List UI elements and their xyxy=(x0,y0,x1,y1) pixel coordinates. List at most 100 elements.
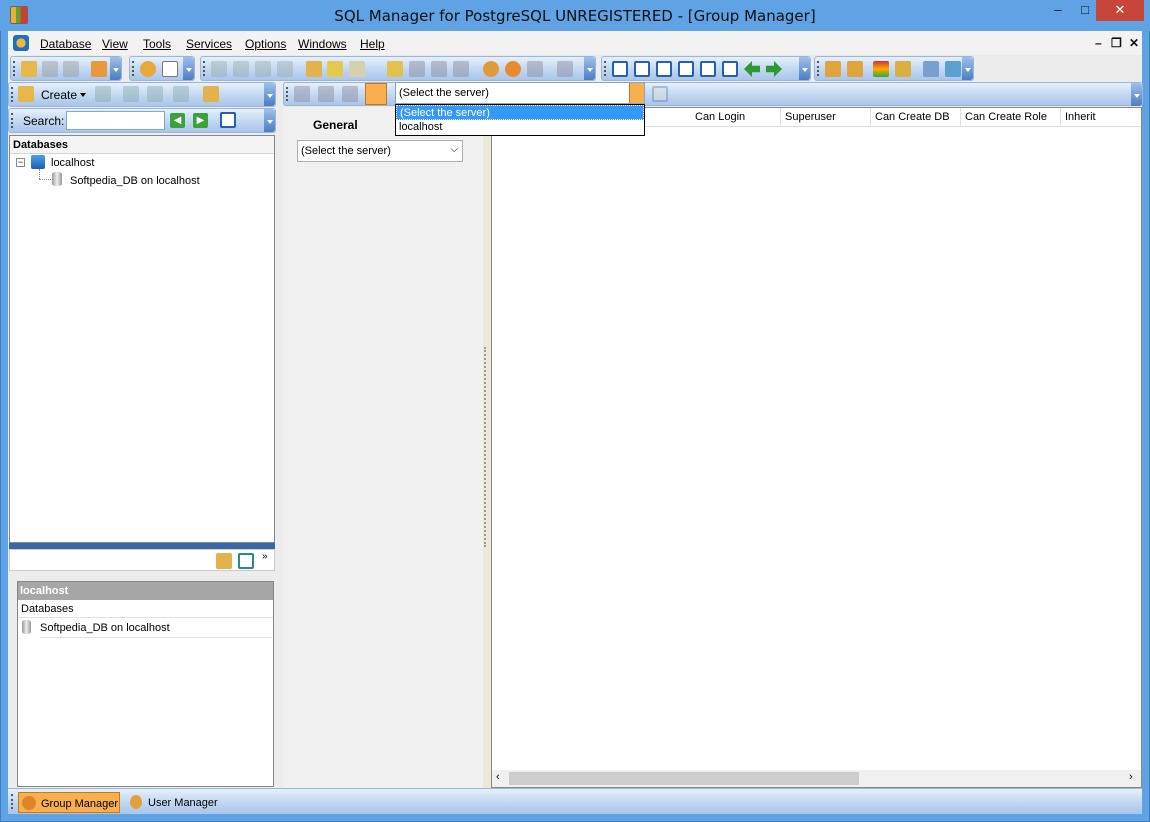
column-header-inherit[interactable]: Inherit xyxy=(1061,108,1141,126)
group-icon[interactable] xyxy=(216,553,232,569)
reports-icon[interactable] xyxy=(873,61,889,77)
previous-window-icon[interactable] xyxy=(744,61,760,77)
add-database-icon[interactable] xyxy=(21,61,37,77)
database-check-icon[interactable] xyxy=(945,61,961,77)
disconnect-icon[interactable] xyxy=(123,86,139,102)
query-builder-icon[interactable] xyxy=(233,61,249,77)
tab-user-manager[interactable]: User Manager xyxy=(126,792,226,813)
edit-group-icon[interactable] xyxy=(318,86,334,102)
tile-vertical-icon[interactable] xyxy=(678,61,694,77)
column-header-can-create-db[interactable]: Can Create DB xyxy=(871,108,961,126)
info-item[interactable]: Softpedia_DB on localhost xyxy=(40,622,272,638)
toolbar-overflow-icon[interactable] xyxy=(1131,83,1142,106)
connect-icon[interactable] xyxy=(140,61,156,77)
toolbar-overflow-icon[interactable] xyxy=(962,57,973,80)
new-group-icon[interactable] xyxy=(294,86,310,102)
new-object-icon[interactable] xyxy=(173,86,189,102)
export-icon[interactable] xyxy=(306,61,322,77)
plugin-manager-icon[interactable] xyxy=(847,61,863,77)
scroll-thumb[interactable] xyxy=(509,772,859,785)
server-select-value: (Select the server) xyxy=(301,145,391,157)
compare-icon[interactable] xyxy=(453,61,469,77)
overflow-icon[interactable]: » xyxy=(262,551,268,562)
toolbar-overflow-icon[interactable] xyxy=(264,83,275,106)
group-view-icon[interactable] xyxy=(365,83,387,105)
horizontal-scrollbar[interactable]: ‹ › xyxy=(492,770,1141,787)
grant-manager-icon[interactable] xyxy=(527,61,543,77)
menu-view[interactable]: View xyxy=(102,37,128,51)
report-designer-icon[interactable] xyxy=(895,61,911,77)
window-list-icon[interactable] xyxy=(238,553,254,569)
menu-options[interactable]: Options xyxy=(245,37,286,51)
menu-help[interactable]: Help xyxy=(360,37,385,51)
tile-horizontal-icon[interactable] xyxy=(656,61,672,77)
server-option-localhost[interactable]: localhost xyxy=(396,120,644,135)
server-option-select[interactable]: (Select the server) xyxy=(396,105,644,120)
toolbar-overflow-icon[interactable] xyxy=(183,57,194,80)
collapse-icon[interactable]: − xyxy=(16,158,25,167)
grants-icon[interactable] xyxy=(652,86,668,102)
vertical-splitter[interactable] xyxy=(276,82,283,788)
print-metadata-icon[interactable] xyxy=(387,61,403,77)
toolbar-overflow-icon[interactable] xyxy=(110,57,121,80)
chevron-down-icon[interactable] xyxy=(629,83,644,103)
refresh-icon[interactable] xyxy=(95,86,111,102)
tree-node-softpedia-db[interactable]: Softpedia_DB on localhost xyxy=(70,175,200,187)
plugin-icon[interactable] xyxy=(825,61,841,77)
scroll-right-icon[interactable]: › xyxy=(1129,771,1133,783)
create-button[interactable]: Create xyxy=(41,88,77,102)
mdi-close-button[interactable]: ✕ xyxy=(1129,36,1139,50)
search-input[interactable] xyxy=(66,111,165,130)
menu-windows[interactable]: Windows xyxy=(298,37,347,51)
properties-icon[interactable] xyxy=(162,61,178,77)
cascade-icon[interactable] xyxy=(634,61,650,77)
maximize-button[interactable]: □ xyxy=(1071,0,1099,21)
mdi-minimize-button[interactable]: – xyxy=(1095,36,1102,50)
tab-group-manager[interactable]: Group Manager xyxy=(18,792,120,813)
scroll-left-icon[interactable]: ‹ xyxy=(496,771,500,783)
server-combobox[interactable]: (Select the server) xyxy=(395,82,645,104)
next-window-icon[interactable] xyxy=(766,61,782,77)
tree-node-localhost[interactable]: localhost xyxy=(51,157,94,169)
extract-icon[interactable] xyxy=(349,61,365,77)
drop-group-icon[interactable] xyxy=(342,86,358,102)
find-previous-icon[interactable]: ◀ xyxy=(170,113,185,128)
splitter-grip[interactable] xyxy=(484,347,487,547)
column-header-can-login[interactable]: Can Login xyxy=(691,108,781,126)
close-button[interactable]: ✕ xyxy=(1096,0,1144,21)
backup-icon[interactable] xyxy=(409,61,425,77)
dependency-tree-icon[interactable] xyxy=(557,61,573,77)
menu-tools[interactable]: Tools xyxy=(143,37,171,51)
menu-database[interactable]: Database xyxy=(40,37,91,51)
group-manager-icon[interactable] xyxy=(505,61,521,77)
toolbar-overflow-icon[interactable] xyxy=(584,57,595,80)
script-icon[interactable] xyxy=(277,61,293,77)
menu-app-icon[interactable] xyxy=(13,35,29,51)
remove-database-icon[interactable] xyxy=(63,61,79,77)
new-window-icon[interactable] xyxy=(612,61,628,77)
sql-editor-icon[interactable] xyxy=(211,61,227,77)
filter-tree-icon[interactable] xyxy=(220,112,236,128)
mdi-restore-button[interactable]: ❐ xyxy=(1111,36,1122,50)
edit-database-icon[interactable] xyxy=(42,61,58,77)
menu-services[interactable]: Services xyxy=(186,37,232,51)
server-select[interactable]: (Select the server) ⌵ xyxy=(297,140,463,162)
toolbar-overflow-icon[interactable] xyxy=(799,57,810,80)
chevron-down-icon[interactable] xyxy=(80,93,86,100)
import-icon[interactable] xyxy=(327,61,343,77)
find-next-icon[interactable]: ▶ xyxy=(193,113,208,128)
connect-db-icon[interactable] xyxy=(147,86,163,102)
close-all-icon[interactable] xyxy=(722,61,738,77)
design-icon[interactable] xyxy=(255,61,271,77)
register-database-icon[interactable] xyxy=(91,61,107,77)
minimize-all-icon[interactable] xyxy=(700,61,716,77)
database-registration-icon[interactable] xyxy=(923,61,939,77)
database-properties-icon[interactable] xyxy=(203,86,219,102)
restore-icon[interactable] xyxy=(431,61,447,77)
toolbar-overflow-icon[interactable] xyxy=(264,109,275,132)
general-tab[interactable]: General xyxy=(313,118,358,132)
minimize-button[interactable]: – xyxy=(1044,0,1072,21)
column-header-superuser[interactable]: Superuser xyxy=(781,108,871,126)
user-manager-icon[interactable] xyxy=(483,61,499,77)
column-header-can-create-role[interactable]: Can Create Role xyxy=(961,108,1061,126)
